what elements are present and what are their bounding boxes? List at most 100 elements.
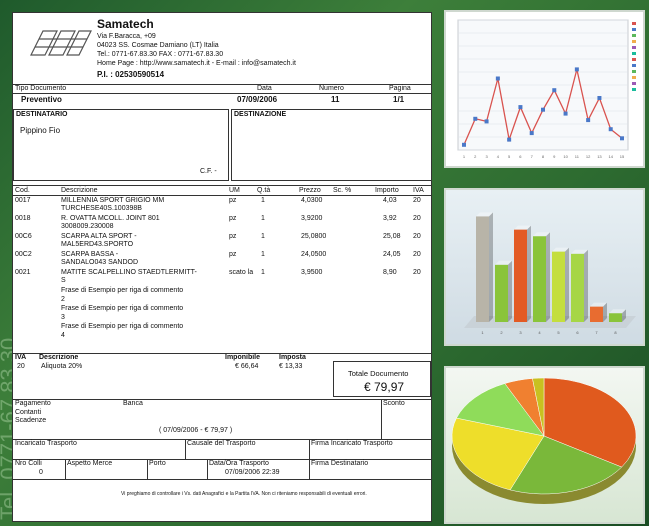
bar-side — [565, 247, 569, 322]
x-tick-label: 13 — [597, 154, 602, 159]
item-iva: 20 — [413, 233, 421, 240]
x-tick-label: 4 — [538, 330, 541, 335]
x-tick-label: 2 — [474, 154, 477, 159]
x-tick-label: 14 — [608, 154, 613, 159]
doc-page-value: 1/1 — [393, 95, 405, 104]
bar — [571, 253, 584, 322]
firma-destinatario-label: Firma Destinatario — [311, 460, 369, 467]
samatech-logo — [30, 30, 92, 56]
x-tick-label: 12 — [586, 154, 591, 159]
data-point — [462, 142, 466, 147]
legend-swatch — [632, 28, 636, 31]
company-name: Samatech — [97, 17, 154, 31]
comment-num: 4 — [61, 332, 65, 339]
legend-swatch — [632, 82, 636, 85]
item-iva: 20 — [413, 215, 421, 222]
x-tick-label: 9 — [553, 154, 556, 159]
item-iva: 20 — [413, 269, 421, 276]
data-point — [608, 127, 613, 132]
comment-text: Frase di Esempio per riga di commento — [61, 305, 184, 312]
data-point — [552, 88, 557, 93]
item-desc: R. OVATTA MCOLL. JOINT 801 — [61, 215, 160, 222]
total-label: Totale Documento — [348, 369, 409, 378]
comment-num: 3 — [61, 314, 65, 321]
item-imp: 24,05 — [383, 251, 401, 258]
porto-label: Porto — [149, 460, 166, 467]
col-price: Prezzo — [299, 187, 321, 194]
item-imp: 25,08 — [383, 233, 401, 240]
total-value: € 79,97 — [364, 380, 405, 394]
doc-date-label: Data — [257, 85, 272, 92]
footer-note: Vi preghiamo di controllare i Vs. dati A… — [121, 491, 367, 497]
comment-row: Frase di Esempio per riga di commento 3 — [13, 305, 431, 325]
bar-side — [489, 212, 493, 322]
bar — [495, 264, 508, 322]
incaricato-label: Incaricato Trasporto — [15, 440, 77, 447]
bar-side — [546, 232, 550, 322]
imponibile-value: € 66,64 — [235, 363, 259, 370]
data-point — [518, 105, 523, 110]
comment-row: Frase di Esempio per riga di commento 2 — [13, 287, 431, 307]
legend-swatch — [632, 40, 636, 43]
x-tick-label: 8 — [614, 330, 617, 335]
item-desc-2: TURCHESE40S.100398B — [61, 205, 142, 212]
item-qty: 1 — [261, 251, 265, 258]
item-price: 3,9500 — [301, 269, 323, 276]
item-iva: 20 — [413, 251, 421, 258]
iva-rate: 20 — [17, 363, 25, 370]
x-tick-label: 6 — [576, 330, 579, 335]
items-list: 0017 MILLENNIA SPORT GRIGIO MM TURCHESE40S… — [13, 197, 431, 353]
comment-num: 2 — [61, 296, 65, 303]
bar — [514, 229, 527, 322]
table-row: 00C2 SCARPA BASSA - SANDALO043 SANDOD pz 1 24… — [13, 251, 431, 271]
bar — [533, 236, 546, 322]
item-desc-2: MAL5ERD43.SPORTO — [61, 241, 134, 248]
invoice-document: Samatech Via F.Baracca, +09 04023 SS. Co… — [12, 12, 432, 522]
x-tick-label: 1 — [463, 154, 466, 159]
bar-side — [527, 225, 531, 322]
bar — [590, 306, 603, 322]
x-tick-label: 6 — [519, 154, 522, 159]
item-price: 24,0500 — [301, 251, 327, 258]
x-tick-label: 5 — [557, 330, 560, 335]
legend-swatch — [632, 76, 636, 79]
col-um: UM — [229, 187, 240, 194]
pagamento-scadenze: Scadenze — [15, 417, 47, 424]
bar — [609, 313, 622, 322]
item-cod: 0018 — [15, 215, 31, 222]
colli-label: Nro Colli — [15, 460, 42, 467]
data-point — [484, 119, 489, 124]
x-tick-label: 8 — [542, 154, 545, 159]
company-logo — [23, 23, 95, 63]
legend-swatch — [632, 88, 636, 91]
destinatario-box: DESTINATARIO Pippino Fio C.F. - — [13, 109, 229, 181]
item-um: pz — [229, 233, 237, 240]
item-um: scato la — [229, 269, 254, 276]
pie-chart-panel — [444, 366, 645, 524]
data-point — [574, 67, 579, 72]
line-chart-panel: 1 2 3 4 5 6 7 8 9 10 11 12 13 14 15 — [444, 10, 645, 168]
aspetto-label: Aspetto Merce — [67, 460, 113, 467]
data-point — [507, 137, 512, 142]
x-tick-label: 3 — [485, 154, 488, 159]
x-tick-label: 5 — [508, 154, 511, 159]
comment-text: Frase di Esempio per riga di commento — [61, 287, 184, 294]
x-tick-label: 7 — [595, 330, 598, 335]
legend-swatch — [632, 64, 636, 67]
item-cod: 00C2 — [15, 251, 32, 258]
destinatario-cf: C.F. - — [200, 168, 217, 175]
doc-type-label: Tipo Documento — [15, 85, 67, 92]
data-point — [529, 131, 534, 136]
item-desc: MILLENNIA SPORT GRIGIO MM — [61, 197, 165, 204]
table-row: 0021 MATITE SCALPELLINO STAEDTLERMITT- Ssc… — [13, 269, 431, 289]
total-box: Totale Documento € 79,97 — [333, 361, 431, 397]
item-um: pz — [229, 197, 237, 204]
data-point — [620, 136, 624, 141]
item-cod: 00C6 — [15, 233, 32, 240]
item-desc-2: 3008009.230008 — [61, 223, 114, 230]
item-imp: 8,90 — [383, 269, 397, 276]
item-imp: 4,03 — [383, 197, 397, 204]
colli-value: 0 — [39, 469, 43, 476]
legend-swatch — [632, 70, 636, 73]
table-row: 0017 MILLENNIA SPORT GRIGIO MM TURCHESE40S… — [13, 197, 431, 217]
